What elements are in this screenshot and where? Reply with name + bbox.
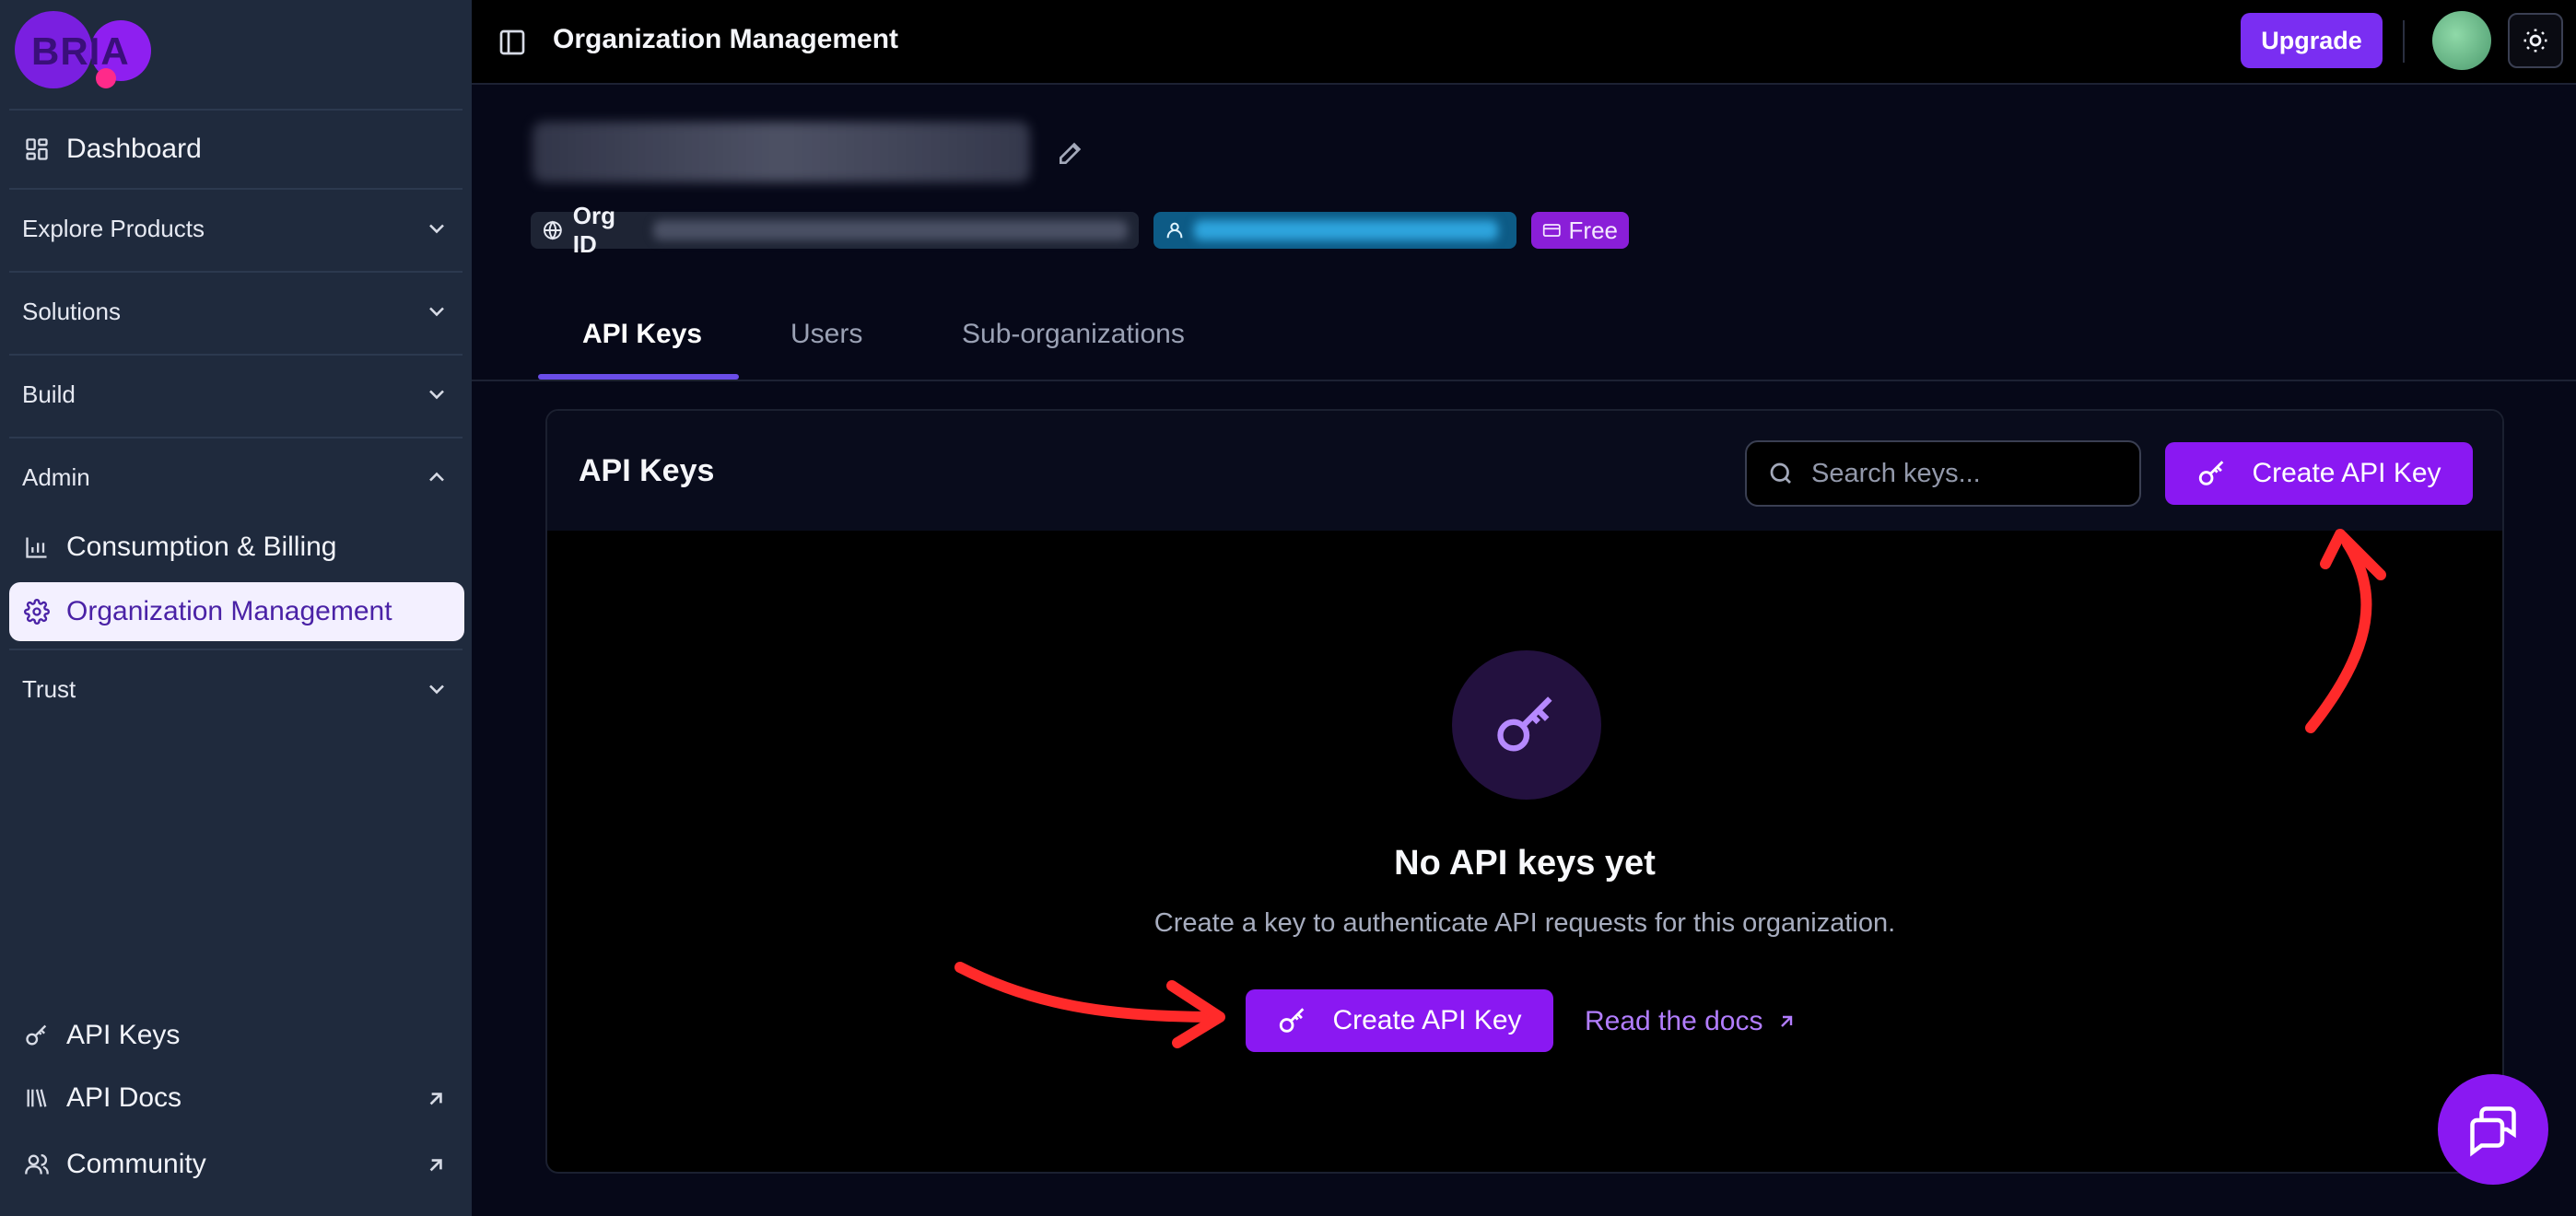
key-icon xyxy=(1280,1008,1305,1033)
user-icon xyxy=(1166,222,1183,239)
user-email-redacted xyxy=(1194,220,1498,240)
read-the-docs-link[interactable]: Read the docs xyxy=(1585,1006,1797,1037)
chevron-down-icon xyxy=(429,224,444,234)
sidebar-section-explore-products[interactable]: Explore Products xyxy=(22,201,450,256)
sidebar-item-label: Consumption & Billing xyxy=(66,532,337,562)
sidebar-divider xyxy=(9,649,463,650)
sidebar-item-label: Organization Management xyxy=(66,596,392,626)
chat-support-button[interactable] xyxy=(2438,1074,2548,1185)
globe-icon xyxy=(543,220,562,240)
topbar-divider xyxy=(2403,20,2405,63)
logo-text: BRIA xyxy=(31,29,130,73)
empty-state-title: No API keys yet xyxy=(1394,844,1656,883)
user-email-chip[interactable] xyxy=(1153,212,1516,249)
sidebar-divider xyxy=(9,437,463,438)
sidebar-item-api-keys[interactable]: API Keys xyxy=(22,1008,180,1063)
create-api-key-button-empty-state[interactable]: Create API Key xyxy=(1246,989,1553,1052)
key-icon xyxy=(22,1021,52,1050)
sidebar-divider xyxy=(9,271,463,273)
avatar[interactable] xyxy=(2432,11,2491,70)
api-keys-card: API Keys Create API Key No API keys yet … xyxy=(545,409,2504,1174)
credit-card-icon xyxy=(1542,224,1561,237)
library-books-icon xyxy=(22,1083,52,1113)
org-id-label: Org ID xyxy=(572,202,616,258)
button-label: Create API Key xyxy=(2252,458,2441,488)
sun-icon xyxy=(2523,29,2547,53)
sidebar-divider xyxy=(9,354,463,356)
empty-state-subtitle: Create a key to authenticate API request… xyxy=(1153,908,1896,938)
plan-label: Free xyxy=(1568,216,1618,244)
chat-bubbles-icon xyxy=(2470,1106,2516,1157)
create-api-key-button[interactable]: Create API Key xyxy=(2165,442,2473,505)
organization-name-redacted xyxy=(533,122,1030,182)
sidebar-item-label: Community xyxy=(66,1149,206,1179)
section-label: Admin xyxy=(22,462,90,491)
org-id-chip[interactable]: Org ID xyxy=(531,202,1139,258)
bria-logo[interactable]: BRIA xyxy=(15,11,151,88)
theme-toggle-button[interactable] xyxy=(2508,13,2563,68)
chevron-down-icon xyxy=(429,390,444,400)
tab-api-keys[interactable]: API Keys xyxy=(582,319,702,350)
card-title: API Keys xyxy=(579,453,715,488)
sidebar-section-admin[interactable]: Admin xyxy=(22,450,450,505)
chevron-down-icon xyxy=(429,307,444,317)
search-icon xyxy=(1770,462,1791,484)
upgrade-button[interactable]: Upgrade xyxy=(2241,13,2383,68)
chevron-down-icon xyxy=(429,684,444,695)
users-icon xyxy=(22,1150,52,1179)
sidebar-section-solutions[interactable]: Solutions xyxy=(22,284,450,339)
sidebar-item-label: API Docs xyxy=(66,1082,182,1113)
key-icon xyxy=(1497,696,1552,752)
sidebar-item-label: API Keys xyxy=(66,1020,181,1050)
search-box[interactable] xyxy=(1745,440,2141,507)
sidebar-divider xyxy=(9,188,463,190)
org-id-value-redacted xyxy=(652,220,1129,240)
external-link-arrow-icon xyxy=(429,1159,442,1172)
sidebar-item-community[interactable]: Community xyxy=(22,1137,206,1192)
section-label: Explore Products xyxy=(22,214,205,242)
bar-chart-icon xyxy=(22,532,52,562)
chevron-up-icon xyxy=(429,472,444,482)
sidebar-item-dashboard[interactable]: Dashboard xyxy=(22,122,202,177)
sidebar-item-api-docs[interactable]: API Docs xyxy=(22,1070,181,1126)
sidebar-item-consumption-billing[interactable]: Consumption & Billing xyxy=(22,520,336,575)
gear-icon xyxy=(22,597,52,626)
sidebar-section-build[interactable]: Build xyxy=(22,367,450,422)
external-link-arrow-icon xyxy=(429,1093,442,1105)
button-label: Create API Key xyxy=(1332,1005,1522,1035)
sidebar: BRIA Dashboard Explore Products Solution… xyxy=(0,0,472,1216)
external-link-arrow-icon xyxy=(1781,1015,1793,1027)
link-label: Read the docs xyxy=(1585,1006,1763,1036)
tab-sub-organizations[interactable]: Sub-organizations xyxy=(962,319,1185,350)
section-label: Build xyxy=(22,380,76,408)
sidebar-item-label: Dashboard xyxy=(66,134,202,164)
card-header: API Keys Create API Key xyxy=(547,411,2502,531)
edit-pencil-icon[interactable] xyxy=(1056,138,1085,168)
plan-badge: Free xyxy=(1531,212,1629,249)
tab-users[interactable]: Users xyxy=(790,319,862,350)
sidebar-section-trust[interactable]: Trust xyxy=(22,661,450,717)
sidebar-divider xyxy=(9,109,463,111)
section-label: Solutions xyxy=(22,297,121,325)
section-label: Trust xyxy=(22,674,76,703)
tabs-divider xyxy=(472,380,2576,381)
search-input[interactable] xyxy=(1811,458,2125,489)
key-icon xyxy=(2199,461,2224,485)
page-title: Organization Management xyxy=(553,24,899,54)
sidebar-item-organization-management[interactable]: Organization Management xyxy=(22,584,392,639)
empty-state-icon-circle xyxy=(1452,650,1601,800)
dashboard-grid-icon xyxy=(22,134,52,164)
sidebar-toggle-icon[interactable] xyxy=(498,28,527,57)
top-bar: Organization Management Upgrade xyxy=(472,0,2576,85)
